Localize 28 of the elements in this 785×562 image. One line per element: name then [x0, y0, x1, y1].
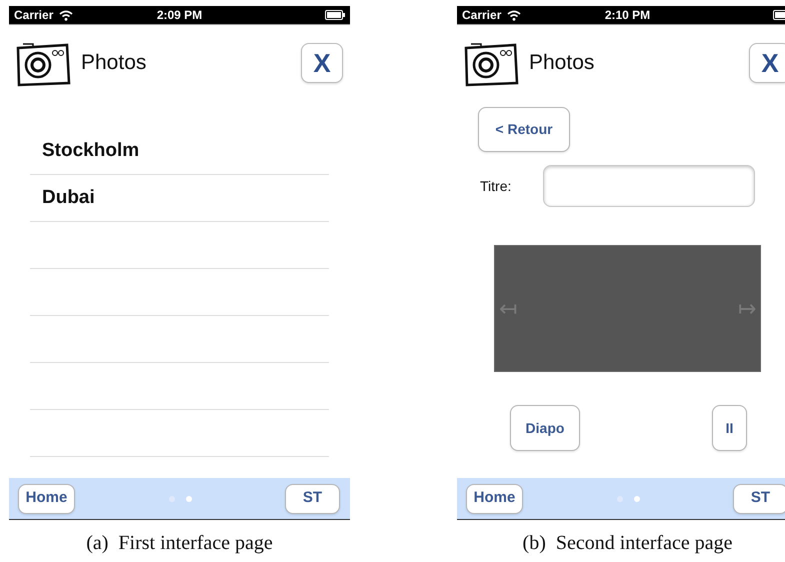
close-button[interactable]: X — [749, 42, 785, 82]
app-title: Photos — [81, 50, 146, 76]
list-item[interactable]: Dubai — [30, 184, 95, 212]
back-button[interactable]: < Retour — [478, 107, 570, 152]
page-dot[interactable] — [186, 496, 192, 502]
page-dot[interactable] — [634, 496, 640, 502]
home-button[interactable]: Home — [466, 484, 523, 514]
home-button[interactable]: Home — [18, 484, 75, 514]
carrier-label: Carrier — [462, 7, 502, 24]
clock-time: 2:09 PM — [156, 8, 202, 22]
caption-label: (b) — [522, 532, 546, 554]
field-label: Titre: — [480, 176, 512, 196]
title-field[interactable] — [543, 165, 755, 207]
clock-time: 2:10 PM — [604, 8, 650, 22]
st-button[interactable]: ST — [285, 484, 340, 514]
pause-button[interactable]: II — [712, 405, 747, 451]
st-button[interactable]: ST — [733, 484, 785, 514]
list-item[interactable]: Stockholm — [30, 136, 140, 166]
wifi-icon — [507, 10, 522, 20]
close-button[interactable]: X — [301, 42, 343, 82]
caption-text: Second interface page — [556, 532, 732, 554]
slideshow-button[interactable]: Diapo — [510, 405, 580, 451]
app-title: Photos — [529, 50, 594, 76]
wifi-icon — [59, 10, 74, 20]
caption-label: (a) — [86, 532, 108, 554]
caption-text: First interface page — [118, 532, 273, 554]
carrier-label: Carrier — [14, 7, 54, 24]
battery-icon — [325, 10, 345, 20]
